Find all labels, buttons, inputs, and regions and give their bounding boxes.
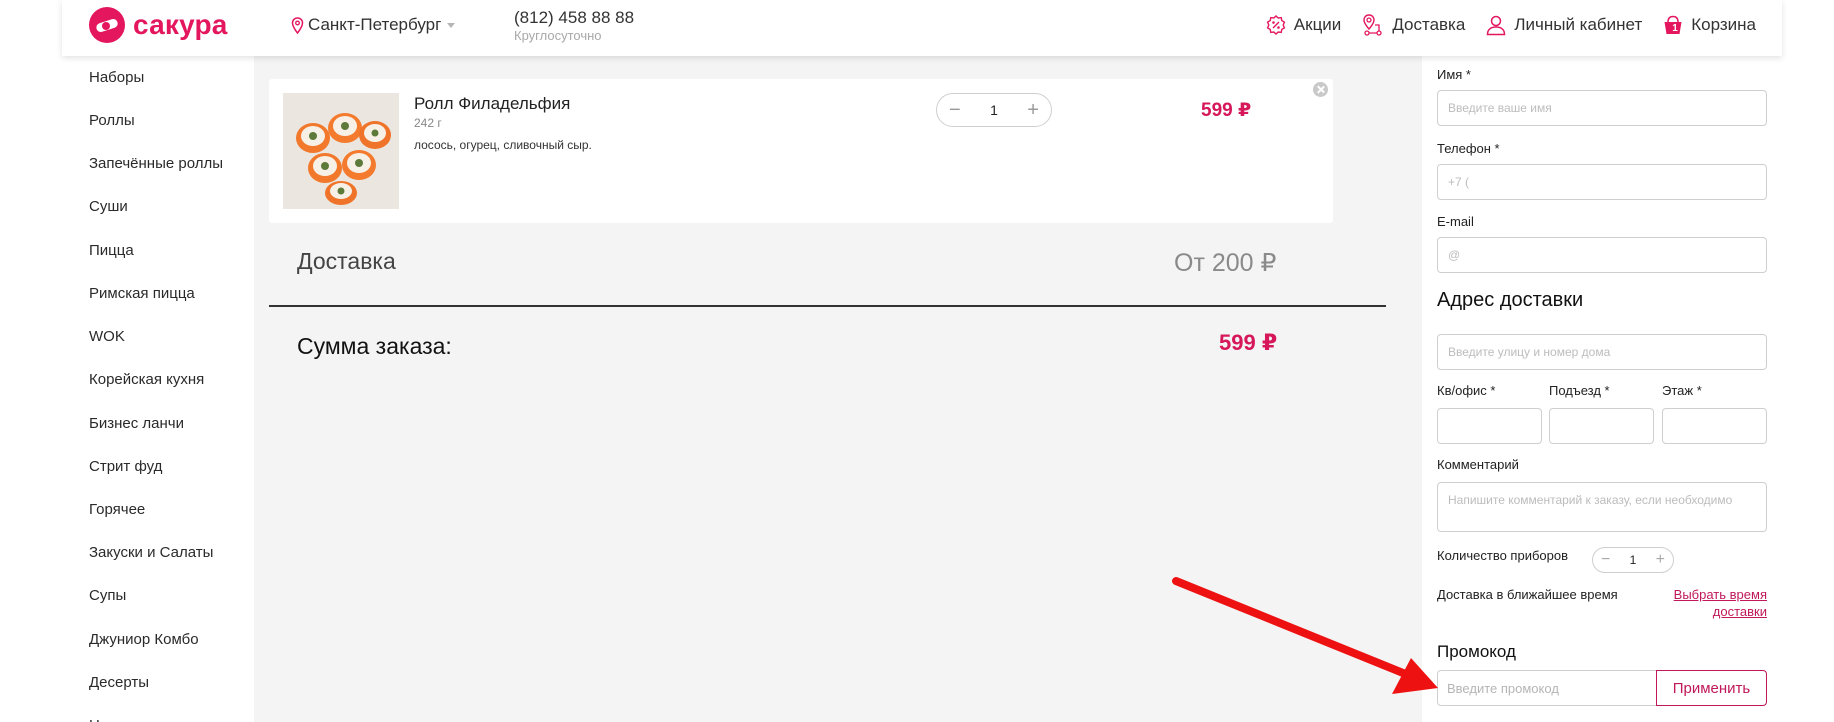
delivery-time-label: Доставка в ближайшее время	[1437, 587, 1618, 602]
sidebar-item-soups[interactable]: Супы	[89, 587, 126, 604]
address-heading: Адрес доставки	[1437, 289, 1584, 311]
sidebar-item-snacks-salads[interactable]: Закуски и Салаты	[89, 544, 213, 561]
floor-field[interactable]	[1662, 408, 1767, 444]
category-sidebar: Наборы Роллы Запечённые роллы Суши Пицца…	[62, 56, 254, 722]
name-field[interactable]: Введите ваше имя	[1437, 90, 1767, 126]
location-pin-icon	[291, 16, 304, 34]
order-sum-value: 599 ₽	[1219, 330, 1278, 355]
phone-label: Телефон *	[1437, 141, 1500, 156]
product-image[interactable]	[283, 93, 399, 209]
cart-count-badge: 1	[1672, 23, 1678, 34]
summary-divider	[269, 305, 1386, 307]
sidebar-item-rolls[interactable]: Роллы	[89, 112, 135, 129]
product-weight: 242 г	[414, 116, 442, 130]
apt-field[interactable]	[1437, 408, 1542, 444]
sidebar-item-business-lunch[interactable]: Бизнес ланчи	[89, 415, 184, 432]
comment-field[interactable]: Напишите комментарий к заказу, если необ…	[1437, 482, 1767, 532]
site-header: сакура Санкт-Петербург (812) 458 88 88 К…	[62, 0, 1782, 56]
remove-item-icon[interactable]	[1313, 82, 1328, 97]
apply-promo-button[interactable]: Применить	[1656, 670, 1767, 706]
quantity-value[interactable]: 1	[990, 102, 998, 118]
floor-label: Этаж *	[1662, 383, 1702, 398]
email-label: E-mail	[1437, 214, 1474, 229]
logo-icon	[89, 7, 125, 43]
decrease-button[interactable]: −	[949, 100, 961, 120]
sidebar-item-street-food[interactable]: Стрит фуд	[89, 458, 162, 475]
phone-hours: Круглосуточно	[514, 28, 602, 43]
cart-item: Ролл Филадельфия 242 г лосось, огурец, с…	[269, 79, 1333, 223]
product-price: 599 ₽	[1201, 100, 1252, 121]
percent-badge-icon	[1266, 15, 1286, 35]
sidebar-item-wok[interactable]: WOK	[89, 328, 125, 345]
product-description: лосось, огурец, сливочный сыр.	[414, 138, 592, 152]
logo[interactable]: сакура	[89, 6, 228, 44]
sidebar-item-baked-rolls[interactable]: Запечённые роллы	[89, 155, 223, 172]
comment-label: Комментарий	[1437, 457, 1519, 472]
promo-code-input[interactable]: Введите промокод	[1437, 670, 1657, 706]
quantity-stepper: − 1 +	[936, 93, 1052, 127]
delivery-label: Доставка	[297, 248, 396, 274]
cutlery-stepper: − 1 +	[1592, 547, 1674, 573]
cutlery-count[interactable]: 1	[1630, 553, 1637, 567]
sidebar-item-desserts[interactable]: Десерты	[89, 674, 149, 691]
choose-time-link[interactable]: Выбрать время доставки	[1657, 586, 1767, 620]
cutlery-label: Количество приборов	[1437, 548, 1568, 563]
entrance-label: Подъезд *	[1549, 383, 1610, 398]
phone-number[interactable]: (812) 458 88 88	[514, 8, 634, 28]
email-field[interactable]: @	[1437, 237, 1767, 273]
apt-label: Кв/офис *	[1437, 383, 1496, 398]
name-label: Имя *	[1437, 67, 1471, 82]
sidebar-item-pizza[interactable]: Пицца	[89, 242, 134, 259]
sidebar-item-sets[interactable]: Наборы	[89, 69, 144, 86]
delivery-pin-icon	[1363, 14, 1382, 36]
nav-promos[interactable]: Акции	[1265, 14, 1342, 36]
order-form: Имя * Введите ваше имя Телефон * +7 ( E-…	[1422, 56, 1782, 722]
nav-account-label: Личный кабинет	[1514, 15, 1643, 34]
cutlery-decrease-button[interactable]: −	[1601, 552, 1610, 568]
rolls-image-icon	[283, 93, 399, 209]
promo-heading: Промокод	[1437, 642, 1516, 661]
cutlery-increase-button[interactable]: +	[1656, 552, 1665, 568]
sidebar-item-roman-pizza[interactable]: Римская пицца	[89, 285, 195, 302]
sidebar-item-sushi[interactable]: Суши	[89, 198, 128, 215]
caret-down-icon	[447, 22, 456, 28]
order-sum-label: Сумма заказа:	[297, 333, 452, 359]
nav-promos-label: Акции	[1293, 15, 1342, 34]
sidebar-item-partial[interactable]: Н	[89, 717, 100, 722]
city-name: Санкт-Петербург	[308, 15, 442, 34]
nav-cart[interactable]: 1 Корзина	[1662, 14, 1756, 36]
increase-button[interactable]: +	[1027, 100, 1039, 120]
nav-delivery[interactable]: Доставка	[1361, 13, 1465, 37]
cart-icon-wrap: 1	[1662, 14, 1684, 36]
product-name[interactable]: Ролл Филадельфия	[414, 94, 570, 114]
nav-cart-label: Корзина	[1691, 15, 1756, 34]
sidebar-item-junior-combo[interactable]: Джуниор Комбо	[89, 631, 199, 648]
user-icon	[1487, 15, 1506, 36]
delivery-price: От 200 ₽	[1174, 249, 1277, 277]
city-selector[interactable]: Санкт-Петербург	[291, 15, 456, 35]
entrance-field[interactable]	[1549, 408, 1654, 444]
address-field[interactable]: Введите улицу и номер дома	[1437, 334, 1767, 370]
sidebar-item-hot[interactable]: Горячее	[89, 501, 145, 518]
phone-field[interactable]: +7 (	[1437, 164, 1767, 200]
nav-account[interactable]: Личный кабинет	[1485, 14, 1642, 36]
sidebar-item-korean[interactable]: Корейская кухня	[89, 371, 204, 388]
nav-delivery-label: Доставка	[1392, 15, 1466, 34]
logo-text: сакура	[133, 9, 228, 40]
header-nav: Акции Доставка Личный кабинет 1 Корзина	[1245, 13, 1756, 37]
